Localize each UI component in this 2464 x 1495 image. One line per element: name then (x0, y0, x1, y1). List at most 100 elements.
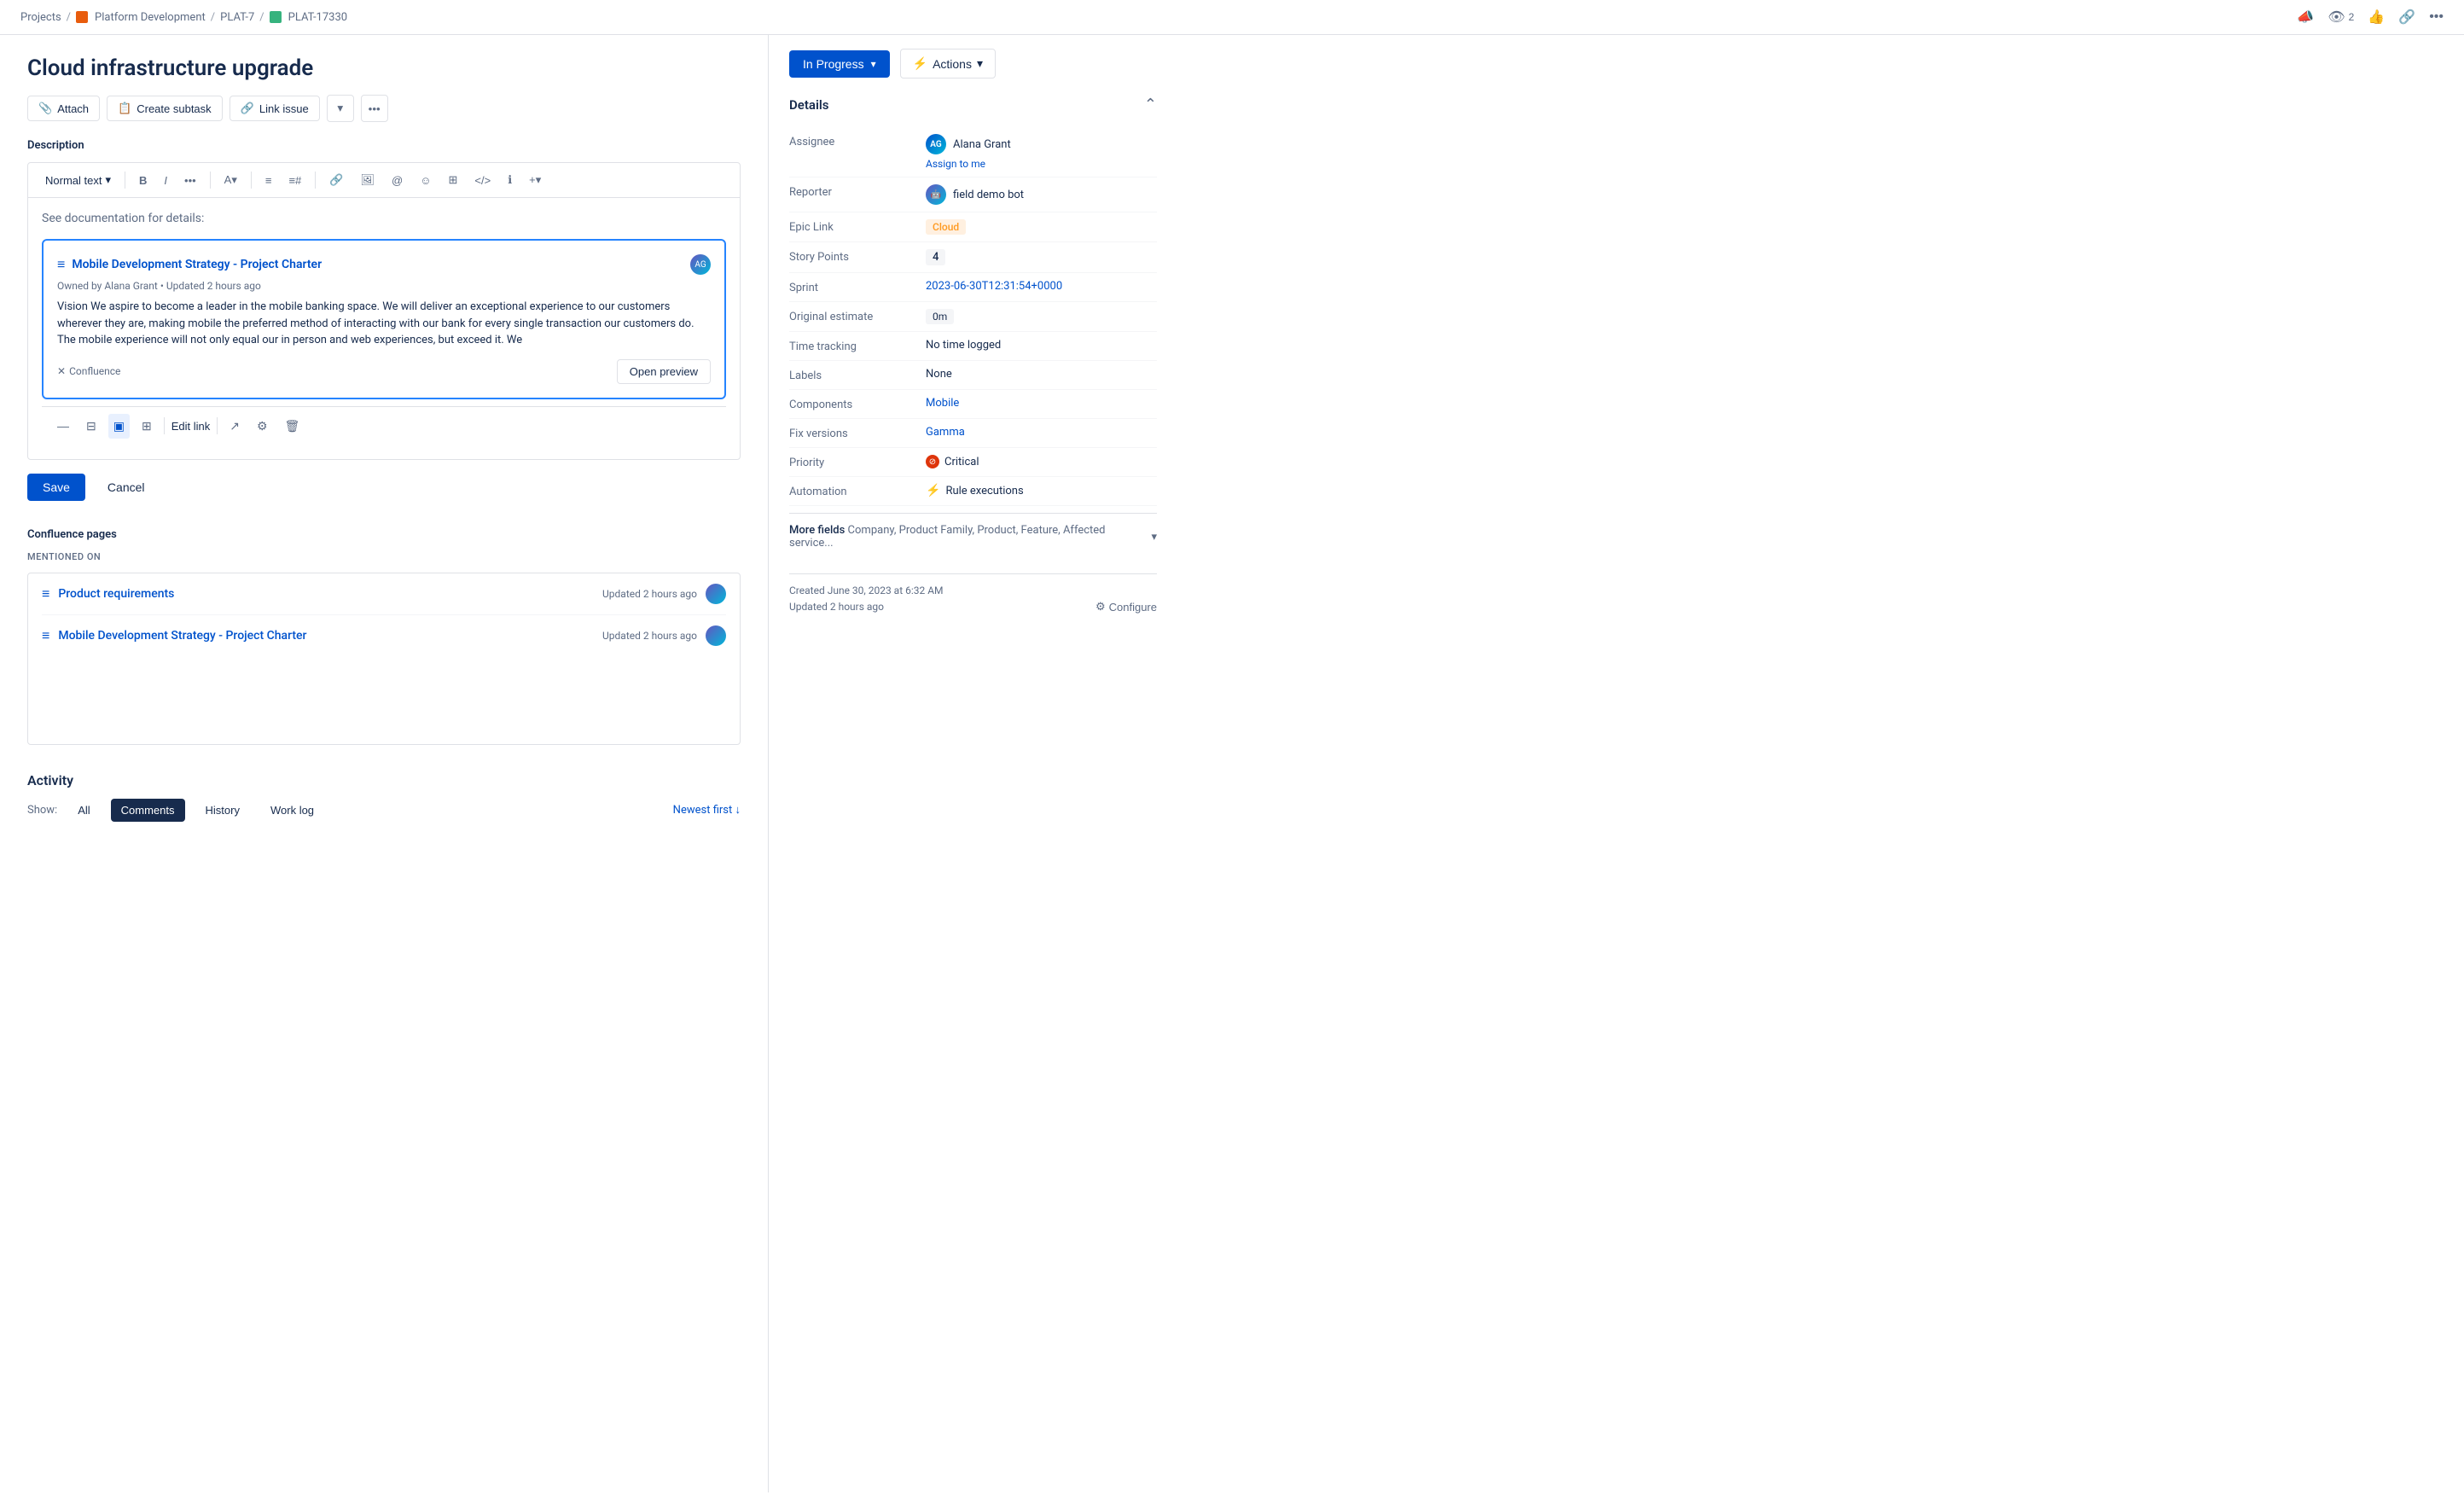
table-button[interactable]: ⊞ (441, 170, 464, 190)
text-style-button[interactable]: Normal text ▾ (38, 170, 118, 190)
toolbar-separator-3 (251, 172, 252, 189)
link-external-button[interactable]: ↗ (224, 414, 245, 439)
components-value: Mobile (926, 397, 1157, 410)
epic-badge[interactable]: Cloud (926, 219, 966, 235)
confluence-icon: ✕ (57, 365, 66, 377)
more-button[interactable]: ••• (2429, 9, 2444, 25)
confluence-item-title-1[interactable]: Product requirements (58, 587, 174, 601)
layout: Cloud infrastructure upgrade 📎 Attach 📋 … (0, 35, 2464, 1492)
toolbar-more-button[interactable]: ••• (361, 95, 388, 122)
link-issue-button[interactable]: 🔗 Link issue (230, 96, 320, 121)
assignee-avatar: AG (926, 134, 946, 154)
configure-button[interactable]: ⚙ Configure (1095, 600, 1157, 614)
components-link[interactable]: Mobile (926, 397, 959, 410)
created-value: June 30, 2023 at 6:32 AM (828, 585, 944, 596)
numbered-list-button[interactable]: ≡# (282, 171, 308, 190)
create-subtask-button[interactable]: 📋 Create subtask (107, 96, 223, 121)
link-size-card-button[interactable]: ▣ (108, 414, 130, 439)
tab-history[interactable]: History (195, 799, 250, 822)
edit-link-button[interactable]: Edit link (171, 420, 211, 433)
link-settings-button[interactable]: ⚙ (252, 414, 273, 439)
panel-footer: Created June 30, 2023 at 6:32 AM Updated… (789, 573, 1157, 614)
assignee-value: AG Alana Grant Assign to me (926, 134, 1157, 170)
details-collapse-button[interactable]: ⌃ (1144, 96, 1157, 113)
like-button[interactable]: 👍 (2368, 9, 2385, 26)
link-button[interactable]: 🔗 (323, 170, 350, 190)
automation-lightning-icon: ⚡ (926, 484, 940, 497)
assign-to-me-link[interactable]: Assign to me (926, 158, 1157, 170)
footer-row: Updated 2 hours ago ⚙ Configure (789, 600, 1157, 614)
automation-label: Automation (789, 484, 926, 498)
projects-link[interactable]: Projects (20, 11, 61, 24)
created-row: Created June 30, 2023 at 6:32 AM (789, 585, 1157, 596)
current-ticket-link[interactable]: PLAT-17330 (288, 11, 347, 24)
attach-icon: 📎 (38, 102, 52, 115)
tab-comments[interactable]: Comments (111, 799, 185, 822)
show-label: Show: (27, 804, 57, 817)
link-size-full-button[interactable]: ⊞ (137, 414, 157, 439)
link-card-title-text[interactable]: Mobile Development Strategy - Project Ch… (72, 258, 322, 271)
mention-button[interactable]: @ (385, 171, 410, 190)
tab-worklog[interactable]: Work log (260, 799, 324, 822)
parent-ticket-link[interactable]: PLAT-7 (220, 11, 254, 24)
share-button[interactable]: 🔗 (2398, 9, 2415, 26)
watch-button[interactable]: 👁 2 (2327, 9, 2354, 26)
estimate-badge[interactable]: 0m (926, 309, 954, 324)
announce-button[interactable]: 📣 (2297, 9, 2314, 26)
confluence-item-title-2[interactable]: Mobile Development Strategy - Project Ch… (58, 629, 306, 643)
sort-button[interactable]: Newest first ↓ (673, 803, 741, 817)
bullet-list-button[interactable]: ≡ (259, 171, 279, 190)
cancel-button[interactable]: Cancel (92, 474, 160, 501)
right-panel: In Progress ▾ ⚡ Actions ▾ Details ⌃ Assi… (768, 35, 1177, 1492)
breadcrumb: Projects / Platform Development / PLAT-7… (20, 11, 347, 24)
fix-versions-link[interactable]: Gamma (926, 426, 965, 439)
open-preview-button[interactable]: Open preview (617, 359, 711, 384)
components-row: Components Mobile (789, 390, 1157, 419)
actions-button[interactable]: ⚡ Actions ▾ (900, 49, 996, 79)
confluence-label: Confluence (69, 365, 120, 377)
text-color-button[interactable]: A▾ (218, 170, 244, 190)
code-button[interactable]: </> (468, 171, 497, 190)
link-card-avatar: AG (690, 254, 711, 275)
toolbar-dropdown-button[interactable]: ▾ (327, 95, 354, 122)
sprint-link[interactable]: 2023-06-30T12:31:54+0000 (926, 280, 1062, 293)
assignee-label: Assignee (789, 134, 926, 148)
details-panel: Details ⌃ Assignee AG Alana Grant Assign… (789, 96, 1157, 614)
confluence-source-badge: ✕ Confluence (57, 365, 120, 377)
tab-all[interactable]: All (67, 799, 100, 822)
image-button[interactable]: 🖼 (353, 170, 381, 190)
link-delete-button[interactable]: 🗑 (280, 414, 305, 439)
epic-link-value: Cloud (926, 219, 1157, 235)
confluence-subtitle: mentioned on (27, 551, 741, 562)
text-style-label: Normal text (45, 174, 102, 187)
info-button[interactable]: ℹ (501, 170, 519, 190)
attach-label: Attach (57, 102, 89, 115)
status-button[interactable]: In Progress ▾ (789, 50, 890, 78)
automation-text[interactable]: Rule executions (945, 485, 1023, 497)
link-size-small-button[interactable]: — (52, 414, 74, 438)
plus-button[interactable]: +▾ (522, 170, 548, 190)
reporter-info: 🤖 field demo bot (926, 184, 1157, 205)
platform-icon (76, 11, 88, 23)
attach-button[interactable]: 📎 Attach (27, 96, 100, 121)
project-link[interactable]: Platform Development (95, 11, 206, 24)
emoji-button[interactable]: ☺ (413, 171, 438, 190)
subtask-label: Create subtask (137, 102, 211, 115)
labels-label: Labels (789, 368, 926, 382)
editor-paragraph: See documentation for details: (42, 212, 726, 225)
editor-content[interactable]: See documentation for details: ≡ Mobile … (28, 198, 740, 459)
sort-label: Newest first ↓ (673, 803, 741, 817)
link-size-medium-button[interactable]: ⊟ (81, 414, 102, 439)
epic-link-label: Epic Link (789, 219, 926, 234)
status-chevron: ▾ (871, 58, 876, 70)
assignee-info: AG Alana Grant (926, 134, 1157, 154)
bold-button[interactable]: B (132, 171, 154, 190)
more-formatting-button[interactable]: ••• (177, 171, 203, 190)
original-estimate-row: Original estimate 0m (789, 302, 1157, 332)
confluence-item-avatar-1 (706, 584, 726, 604)
story-points-badge[interactable]: 4 (926, 249, 945, 265)
save-button[interactable]: Save (27, 474, 85, 501)
doc-icon-2: ≡ (42, 627, 49, 644)
lightning-actions-icon: ⚡ (913, 56, 927, 71)
italic-button[interactable]: I (157, 171, 174, 190)
